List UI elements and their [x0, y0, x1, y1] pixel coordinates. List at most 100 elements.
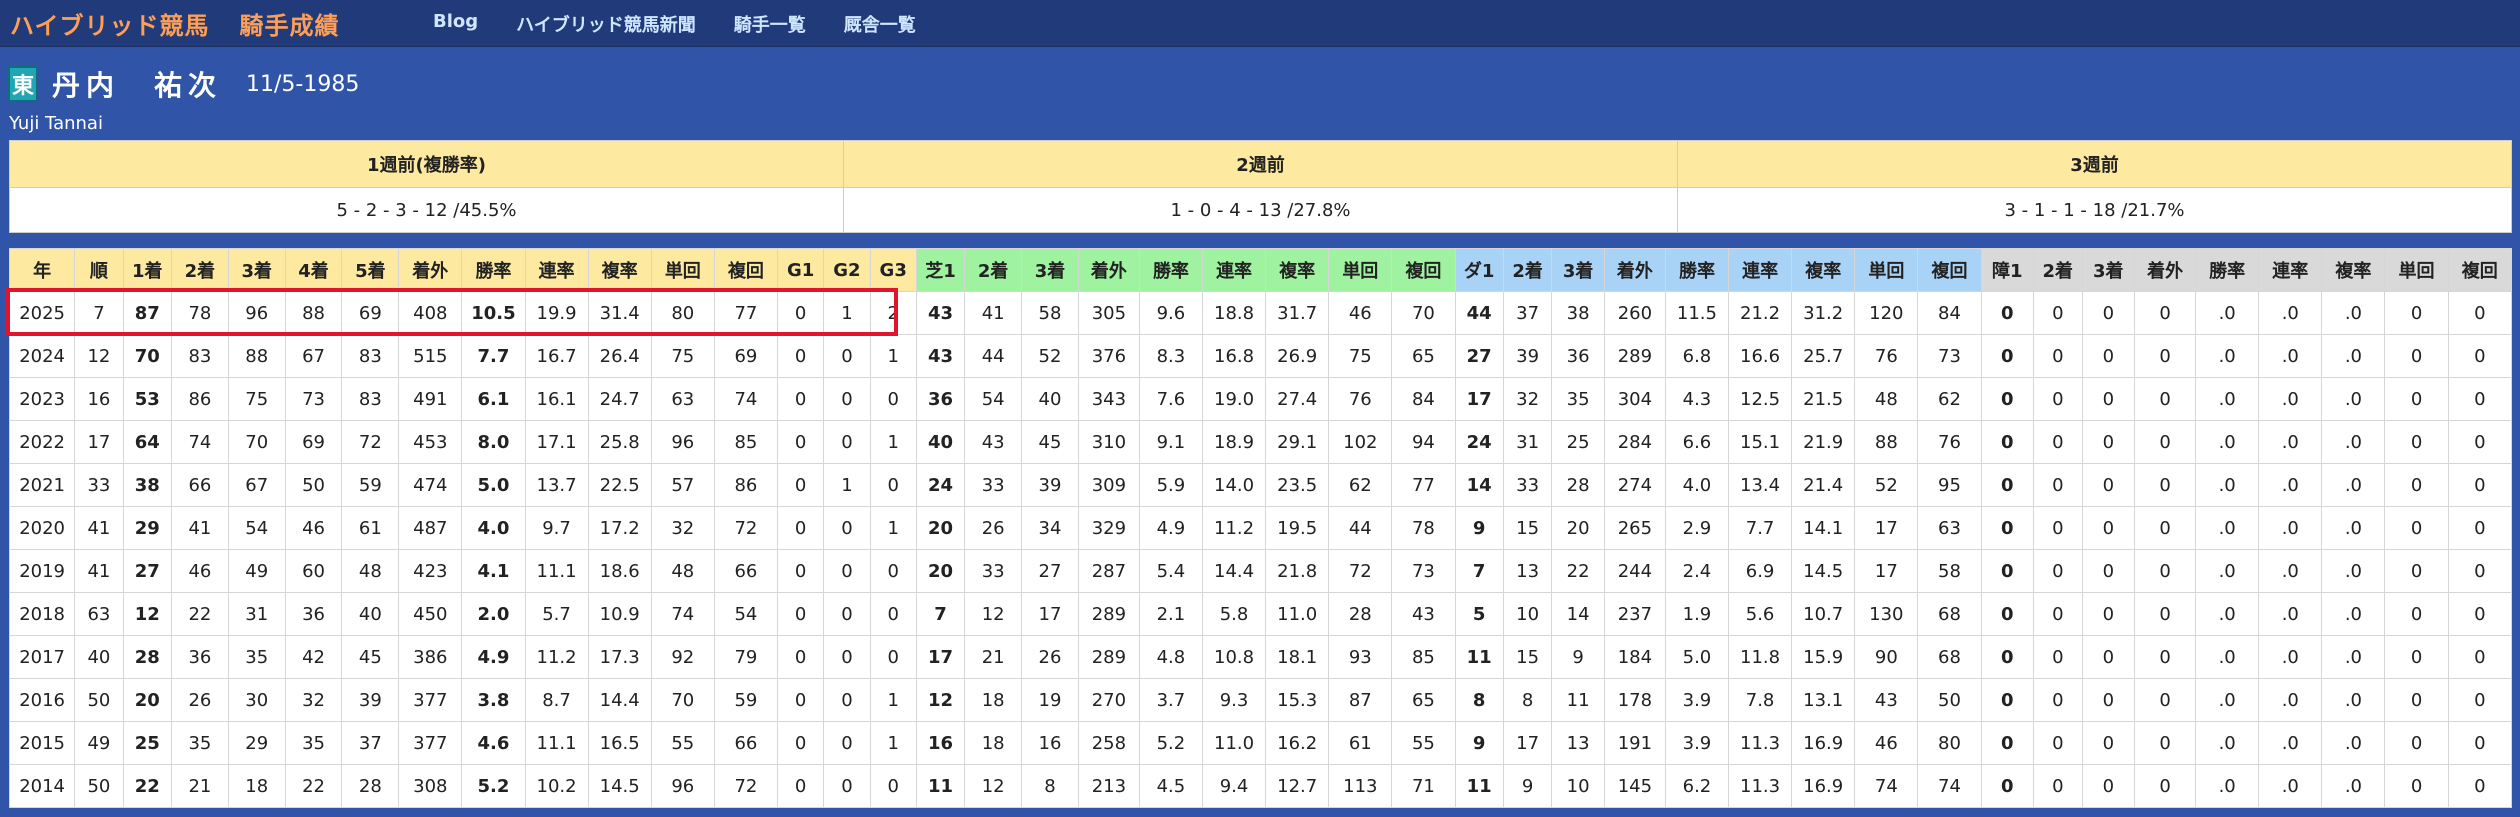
table-cell: 10.5 — [461, 291, 526, 335]
table-cell: 260 — [1603, 291, 1666, 335]
table-cell: 10.7 — [1791, 592, 1856, 636]
main-nav: Blog ハイブリッド競馬新聞 騎手一覧 厩舎一覧 — [433, 11, 954, 37]
table-cell: 304 — [1603, 377, 1666, 421]
table-cell: 20 — [1551, 506, 1605, 550]
table-cell: 54 — [227, 506, 286, 550]
table-cell: 5.7 — [524, 592, 589, 636]
table-cell: 0 — [2447, 635, 2513, 679]
table-cell: 14.0 — [1201, 463, 1267, 507]
stats-header-cell: G2 — [823, 248, 871, 292]
yearly-stats-table: 年順 1着 2着 3着 4着 5着 着外 勝率 連率 複率 単回 複回 G1 G2 G3 芝1 2着 3着 着外 勝率… — [8, 248, 2513, 808]
table-cell: 0 — [869, 377, 917, 421]
table-cell: 491 — [398, 377, 463, 421]
table-cell: .0 — [2321, 334, 2386, 378]
table-cell: 87 — [122, 291, 173, 335]
table-cell: 2022 — [8, 420, 76, 464]
jockey-name: 丹内 祐次 — [52, 69, 223, 102]
table-cell: 2023 — [8, 377, 76, 421]
table-cell: 0 — [2081, 635, 2136, 679]
table-cell: 453 — [398, 420, 463, 464]
week-value-3: 3 - 1 - 1 - 18 /21.7% — [1677, 187, 2512, 233]
table-cell: 4.0 — [1664, 463, 1730, 507]
nav-newspaper[interactable]: ハイブリッド競馬新聞 — [516, 11, 696, 37]
table-cell: 0 — [776, 592, 825, 636]
table-cell: 62 — [1917, 377, 1982, 421]
table-cell: 70 — [227, 420, 286, 464]
table-cell: 4.1 — [461, 549, 526, 593]
table-cell: .0 — [2258, 377, 2323, 421]
table-cell: 8 — [1454, 678, 1504, 722]
table-cell: 5.0 — [1664, 635, 1730, 679]
stats-header-cell: 単回 — [1854, 248, 1919, 292]
table-cell: 0 — [2134, 721, 2197, 765]
table-cell: 0 — [776, 721, 825, 765]
table-cell: 65 — [1391, 678, 1456, 722]
table-cell: 450 — [398, 592, 463, 636]
table-cell: 11 — [1551, 678, 1605, 722]
table-cell: 11.1 — [524, 721, 589, 765]
table-cell: 11.2 — [524, 635, 589, 679]
table-cell: 59 — [341, 463, 400, 507]
stats-header-cell: 2着 — [171, 248, 229, 292]
table-cell: 40 — [1021, 377, 1079, 421]
stats-header-cell: G3 — [869, 248, 917, 292]
week-header-2: 2週前 — [843, 140, 1678, 188]
table-cell: 61 — [1328, 721, 1393, 765]
table-cell: 16.6 — [1728, 334, 1793, 378]
week-value-2: 1 - 0 - 4 - 13 /27.8% — [843, 187, 1678, 233]
table-cell: 386 — [398, 635, 463, 679]
table-cell: 36 — [171, 635, 229, 679]
week-value-1: 5 - 2 - 3 - 12 /45.5% — [9, 187, 844, 233]
table-cell: 0 — [2033, 635, 2083, 679]
table-cell: 0 — [2033, 549, 2083, 593]
table-cell: 35 — [1551, 377, 1605, 421]
table-cell: 5.9 — [1138, 463, 1204, 507]
table-cell: 34 — [1021, 506, 1079, 550]
table-cell: 4.9 — [1138, 506, 1204, 550]
table-cell: 0 — [2081, 420, 2136, 464]
table-cell: 2.9 — [1664, 506, 1730, 550]
table-cell: 21.5 — [1791, 377, 1856, 421]
table-cell: 66 — [713, 721, 779, 765]
table-cell: 11 — [1454, 635, 1504, 679]
nav-jockey-list[interactable]: 騎手一覧 — [734, 11, 806, 37]
table-cell: 96 — [650, 420, 715, 464]
table-cell: 74 — [713, 377, 779, 421]
table-cell: 0 — [823, 334, 871, 378]
table-cell: 25 — [122, 721, 173, 765]
site-brand[interactable]: ハイブリッド競馬 騎手成績 — [10, 6, 340, 41]
table-cell: 11.3 — [1728, 721, 1793, 765]
table-cell: 0 — [776, 764, 825, 808]
table-cell: 0 — [776, 334, 825, 378]
table-cell: 0 — [869, 463, 917, 507]
table-cell: 9 — [1454, 721, 1504, 765]
table-cell: 8.7 — [524, 678, 589, 722]
table-cell: 25 — [1551, 420, 1605, 464]
stats-header-cell: 着外 — [1077, 248, 1140, 292]
table-cell: 237 — [1603, 592, 1666, 636]
table-cell: 83 — [341, 377, 400, 421]
table-cell: 0 — [2081, 592, 2136, 636]
table-cell: 44 — [964, 334, 1023, 378]
table-cell: 9 — [1551, 635, 1605, 679]
nav-stable-list[interactable]: 厩舎一覧 — [844, 11, 916, 37]
table-cell: 19 — [1021, 678, 1079, 722]
table-cell: 120 — [1854, 291, 1919, 335]
table-cell: 67 — [227, 463, 286, 507]
table-cell: 1 — [869, 420, 917, 464]
nav-blog[interactable]: Blog — [433, 11, 478, 37]
table-cell: 70 — [650, 678, 715, 722]
stats-header-cell: 単回 — [2384, 248, 2449, 292]
table-cell: 0 — [2447, 506, 2513, 550]
table-cell: 20 — [915, 506, 966, 550]
table-cell: 25.7 — [1791, 334, 1856, 378]
table-cell: 9 — [1454, 506, 1504, 550]
table-cell: 11.8 — [1728, 635, 1793, 679]
table-cell: 2014 — [8, 764, 76, 808]
table-cell: 0 — [2081, 334, 2136, 378]
table-cell: 7 — [915, 592, 966, 636]
table-cell: 76 — [1917, 420, 1982, 464]
table-cell: 0 — [2081, 463, 2136, 507]
table-cell: 8.0 — [461, 420, 526, 464]
stats-header-cell: 着外 — [398, 248, 463, 292]
